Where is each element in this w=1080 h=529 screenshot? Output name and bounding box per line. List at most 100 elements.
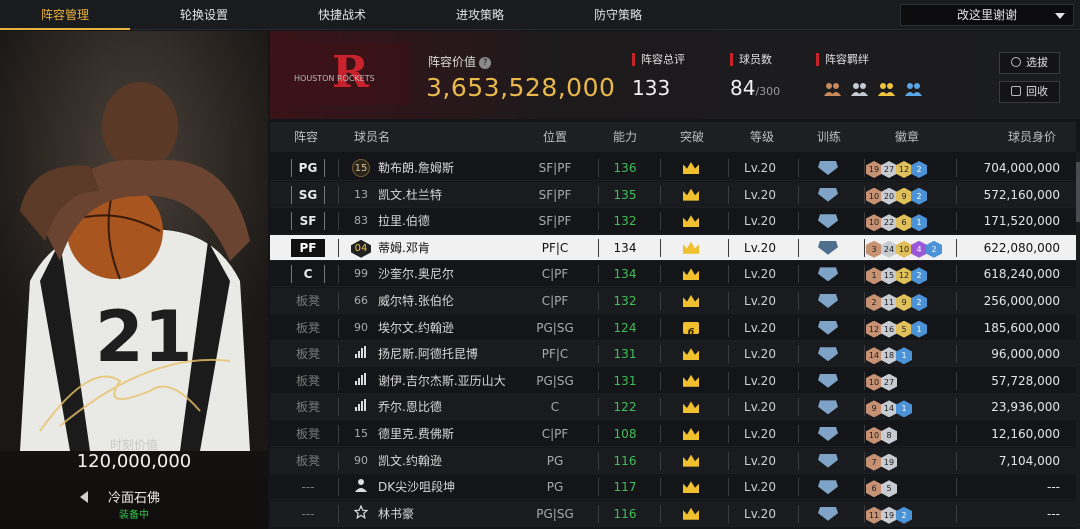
column-divider [338,504,339,523]
badge-list: 9 14 1 [866,394,976,420]
training-icon[interactable] [818,267,838,282]
player-ability: 122 [613,400,637,415]
training-cell[interactable] [808,341,848,367]
lineup-slot[interactable]: 板凳 [290,448,326,474]
column-divider [798,265,799,284]
recycle-button[interactable]: 回收 [999,81,1060,103]
player-card-name-row: 冷面石佛 [0,487,268,507]
training-icon[interactable] [818,187,838,202]
training-icon[interactable] [818,214,838,229]
lineup-slot[interactable]: --- [290,474,326,500]
table-row[interactable]: 板凳 乔尔.恩比德 C 122 Lv.20 9 14 1 23,936,000 [270,394,1076,421]
table-row[interactable]: --- DK尖沙咀段坤 PG 117 Lv.20 6 5 --- [270,474,1076,501]
training-icon[interactable] [818,161,838,175]
bond-group-icon[interactable] [822,81,842,97]
player-value: --- [1047,480,1060,495]
tab-offense-strategy[interactable]: 进攻策略 [415,0,545,30]
training-icon[interactable] [818,480,838,495]
badge-hex-icon: 7 [866,453,882,471]
training-icon[interactable] [818,294,838,308]
training-cell[interactable] [808,394,848,420]
badge-hex-icon: 18 [881,347,897,365]
training-icon[interactable] [818,506,838,521]
lineup-slot[interactable]: PG [290,155,326,181]
table-row[interactable]: 板凳 谢伊.吉尔杰斯.亚历山大 PG|SG 131 Lv.20 10 27 57,728,00… [270,368,1076,394]
training-cell[interactable] [808,261,848,287]
table-scrollbar[interactable] [1076,152,1080,529]
table-row[interactable]: --- 林书豪 PG|SG 116 Lv.20 11 19 2 --- [270,500,1076,527]
lineup-slot[interactable]: 板凳 [290,315,326,341]
training-icon[interactable] [818,373,838,388]
training-cell[interactable] [808,315,848,341]
player-position: PG|SG [536,373,574,388]
table-row[interactable]: SF 83 拉里.伯德 SF|PF 132 Lv.20 10 22 6 1 171,520,000 [270,208,1076,235]
table-row[interactable]: 板凳 90 埃尔文.约翰逊 PG|SG 124 Lv.20 121651 185,600,00… [270,315,1076,346]
select-button[interactable]: 选拔 [999,52,1060,74]
column-divider [660,345,661,364]
training-cell[interactable] [808,448,848,474]
training-icon[interactable] [818,453,838,468]
tab-lineup-management[interactable]: 阵容管理 [0,0,130,30]
player-value: 171,520,000 [983,214,1060,229]
training-icon[interactable] [818,240,838,255]
player-ability: 132 [613,214,637,229]
training-cell[interactable] [808,208,848,234]
table-row[interactable]: SG 13 凯文.杜兰特 SF|PF 135 Lv.20 10 20 9 2 572,160,000 [270,181,1076,208]
column-divider [338,318,339,337]
lineup-slot[interactable]: SF [290,208,326,234]
training-cell[interactable] [808,421,848,447]
table-header: 阵容 球员名 位置 能力 突破 等级 训练 徽章 球员身价 [270,122,1076,152]
player-position: PG [546,480,564,495]
bond-group-icon[interactable] [849,81,869,97]
lineup-slot[interactable]: --- [290,501,326,527]
tab-rotation-settings[interactable]: 轮换设置 [139,0,269,30]
badge-hex-icon: 10 [866,214,882,232]
table-row[interactable]: 板凳 扬尼斯.阿德托昆博 PF|C 131 Lv.20 14 18 1 96,000,000 [270,341,1076,368]
training-cell[interactable] [808,288,848,314]
table-row[interactable]: C 99 沙奎尔.奥尼尔 C|PF 134 Lv.20 1 15 12 2 618,240,000 [270,261,1076,288]
column-divider [338,345,339,364]
table-row[interactable]: PG 15 勒布朗.詹姆斯 SF|PF 136 Lv.20 19 27 12 2 704,000,0… [270,155,1076,181]
training-icon[interactable] [818,400,838,415]
tab-quick-tactics[interactable]: 快捷战术 [277,0,407,30]
badge-list: 2 11 9 2 [866,288,976,314]
table-row[interactable]: 板凳 66 威尔特.张伯伦 C|PF 132 Lv.20 2 11 9 2 256,000,000 [270,288,1076,314]
training-icon[interactable] [818,347,838,362]
header-level: 等级 [750,130,775,144]
table-row[interactable]: 板凳 15 德里克.费佛斯 C|PF 108 Lv.20 10 8 12,160,000 [270,421,1076,447]
table-row[interactable]: 板凳 90 凯文.约翰逊 PG 116 Lv.20 7 19 7,104,000 [270,447,1076,474]
lineup-slot[interactable]: 板凳 [290,368,326,394]
player-name: 蒂姆.邓肯 [378,240,430,255]
training-cell[interactable] [808,182,848,208]
scrollbar-thumb[interactable] [1076,162,1080,222]
column-divider [338,185,339,204]
training-cell[interactable] [808,235,848,261]
help-icon[interactable]: ? [479,56,492,69]
bond-group-icon[interactable] [876,81,896,97]
lineup-slot[interactable]: C [290,261,326,287]
training-cell[interactable] [808,501,848,527]
lineup-slot[interactable]: SG [290,182,326,208]
lineup-slot[interactable]: 板凳 [290,341,326,367]
training-icon[interactable] [818,427,838,441]
team-select-dropdown[interactable]: 改这里谢谢 [900,4,1074,26]
training-icon[interactable] [818,320,838,335]
bond-icons[interactable] [822,81,925,99]
lineup-slot[interactable]: PF [290,235,326,261]
person-icon [350,474,372,500]
lineup-slot[interactable]: 板凳 [290,288,326,314]
column-divider [660,185,661,204]
header-breakthrough: 突破 [680,130,705,144]
training-cell[interactable] [808,155,848,181]
lineup-slot[interactable]: 板凳 [290,394,326,420]
column-divider [660,425,661,443]
lineup-slot[interactable]: 板凳 [290,421,326,447]
column-divider [864,212,865,231]
tab-defense-strategy[interactable]: 防守策略 [553,0,683,30]
player-value: 572,160,000 [983,187,1060,202]
bond-group-icon[interactable] [903,81,923,97]
table-row[interactable]: PF 04 蒂姆.邓肯 PF|C 134 Lv.20 3 24 10 4 2 622,080,000 [270,234,1076,261]
column-divider [798,371,799,390]
training-cell[interactable] [808,368,848,394]
training-cell[interactable] [808,474,848,500]
